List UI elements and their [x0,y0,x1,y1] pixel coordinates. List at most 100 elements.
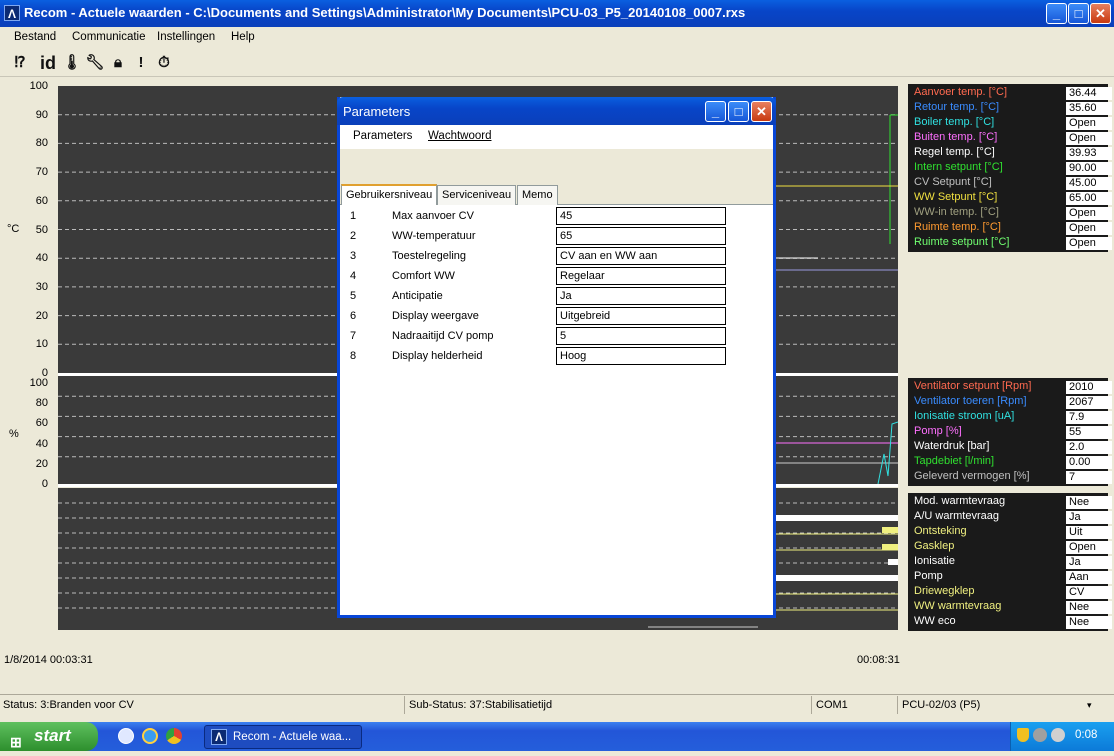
parameter-label: WW-temperatuur [392,230,476,242]
parameter-value-field[interactable]: Uitgebreid [556,307,726,325]
device-select-value: PCU-02/03 (P5) [902,699,981,711]
menu-bestand[interactable]: Bestand [14,31,56,43]
system-tray: 0:08 [1010,722,1114,751]
parameter-number: 8 [350,350,357,362]
percentage-legend-label: Tapdebiet [l/min] [914,455,995,467]
status-legend-label: Gasklep [914,540,955,552]
lock-icon[interactable]: 🔒︎ [107,52,129,74]
temperature-legend-value: 65.00 [1066,192,1112,205]
percentage-legend-label: Geleverd vermogen [%] [914,470,1030,482]
parameter-value-field[interactable]: 45 [556,207,726,225]
shield-icon[interactable] [1017,728,1029,742]
parameter-value-field[interactable]: CV aan en WW aan [556,247,726,265]
dialog-title: Parameters [343,104,411,119]
parameter-value-field[interactable]: 65 [556,227,726,245]
temperature-legend-label: Ruimte temp. [°C] [914,221,1001,233]
window-title: Recom - Actuele waarden - C:\Documents a… [24,5,746,20]
status-legend-value: Aan [1066,571,1112,584]
status-legend-label: A/U warmtevraag [914,510,999,522]
temperature-legend-value: Open [1066,117,1112,130]
parameter-row: 8 Display helderheid Hoog [350,347,730,365]
temperature-legend-row: Ruimte setpunt [°C] Open [914,236,1112,251]
parameter-value-field[interactable]: Regelaar [556,267,726,285]
dialog-close-button[interactable]: ✕ [751,101,772,122]
tab-gebruikersniveau[interactable]: Gebruikersniveau [341,184,438,205]
temperature-legend-row: Boiler temp. [°C] Open [914,116,1112,131]
status-legend-value: Nee [1066,601,1112,614]
tab-serviceniveau[interactable]: Serviceniveau [437,185,517,205]
status-legend-row: Mod. warmtevraag Nee [914,495,1112,510]
dialog-title-bar[interactable]: Parameters _ □ ✕ [337,97,776,125]
close-button[interactable]: ✕ [1090,3,1111,24]
percentage-legend-label: Ventilator setpunt [Rpm] [914,380,1032,392]
percentage-legend: Ventilator setpunt [Rpm] 2010 Ventilator t… [908,378,1112,486]
substatus-text: Sub-Status: 37:Stabilisatietijd [406,696,812,714]
parameter-number: 2 [350,230,357,242]
stopwatch-icon[interactable]: ⏱︎ [153,52,175,74]
pct-tick-label: 40 [35,437,48,450]
alert-icon[interactable]: ! [130,52,152,74]
temperature-legend-label: Intern setpunt [°C] [914,161,1003,173]
status-legend-label: Driewegklep [914,585,975,597]
parameter-value-field[interactable]: 5 [556,327,726,345]
parameter-number: 7 [350,330,357,342]
temperature-legend: Aanvoer temp. [°C] 36.44 Retour temp. [°C]… [908,84,1112,252]
percentage-legend-value: 2.0 [1066,441,1112,454]
taskbar-task-recom[interactable]: Λ Recom - Actuele waa... [204,725,362,749]
status-text: Status: 3:Branden voor CV [0,696,405,714]
windows-logo-icon: ⊞ [10,734,22,750]
percentage-legend-row: Ventilator setpunt [Rpm] 2010 [914,380,1112,395]
temp-tick-label: 70 [35,166,48,179]
port-text: COM1 [813,696,898,714]
menu-help[interactable]: Help [231,31,255,43]
dialog-minimize-button[interactable]: _ [705,101,726,122]
menu-instellingen[interactable]: Instellingen [157,31,215,43]
parameter-row: 3 Toestelregeling CV aan en WW aan [350,247,730,265]
percentage-legend-value: 0.00 [1066,456,1112,469]
percentage-legend-label: Ionisatie stroom [uA] [914,410,1015,422]
temperature-legend-label: Regel temp. [°C] [914,146,995,158]
temperature-legend-row: WW-in temp. [°C] Open [914,206,1112,221]
parameter-value-field[interactable]: Ja [556,287,726,305]
ie-icon[interactable] [142,728,158,744]
tab-memo[interactable]: Memo [517,185,558,205]
parameter-number: 3 [350,250,357,262]
parameter-row: 5 Anticipatie Ja [350,287,730,305]
temp-tick-label: 50 [35,223,48,236]
percentage-legend-value: 55 [1066,426,1112,439]
temp-tick-label: 10 [35,338,48,351]
percentage-legend-row: Geleverd vermogen [%] 7 [914,470,1112,485]
desktop-icon[interactable] [118,728,134,744]
device-select[interactable]: PCU-02/03 (P5) ▾ [899,696,1102,714]
status-legend-label: Ontsteking [914,525,967,537]
percentage-legend-label: Pomp [%] [914,425,962,437]
time-end: 00:08:31 [857,654,900,666]
temp-tick-label: 60 [35,194,48,207]
dialog-menu-parameters[interactable]: Parameters [353,130,412,142]
parameter-value-field[interactable]: Hoog [556,347,726,365]
ionisatie-line [877,421,899,485]
wrench-icon[interactable]: 🔧︎ [84,52,106,74]
status-legend-value: Open [1066,541,1112,554]
status-legend-row: WW eco Nee [914,615,1112,630]
menu-communicatie[interactable]: Communicatie [72,31,146,43]
parameter-number: 1 [350,210,357,222]
temperature-legend-value: Open [1066,207,1112,220]
help-icon[interactable]: ⁉ [9,52,31,74]
temperature-legend-label: WW-in temp. [°C] [914,206,999,218]
percentage-legend-row: Ionisatie stroom [uA] 7.9 [914,410,1112,425]
start-button[interactable]: ⊞ start [0,722,98,751]
thermometer-icon[interactable]: 🌡︎ [61,52,83,74]
pct-tick-label: 100 [29,377,48,389]
dialog-maximize-button[interactable]: □ [728,101,749,122]
title-bar[interactable]: Λ Recom - Actuele waarden - C:\Documents… [0,0,1114,27]
maximize-button[interactable]: □ [1068,3,1089,24]
minimize-button[interactable]: _ [1046,3,1067,24]
tray-app-icon[interactable] [1033,728,1047,742]
dialog-menu-wachtwoord[interactable]: Wachtwoord [428,130,492,142]
tray-app-icon-2[interactable] [1051,728,1065,742]
task-label: Recom - Actuele waa... [233,731,352,743]
id-icon[interactable]: id [37,52,59,74]
temperature-legend-row: WW Setpunt [°C] 65.00 [914,191,1112,206]
chrome-icon[interactable] [166,728,182,744]
